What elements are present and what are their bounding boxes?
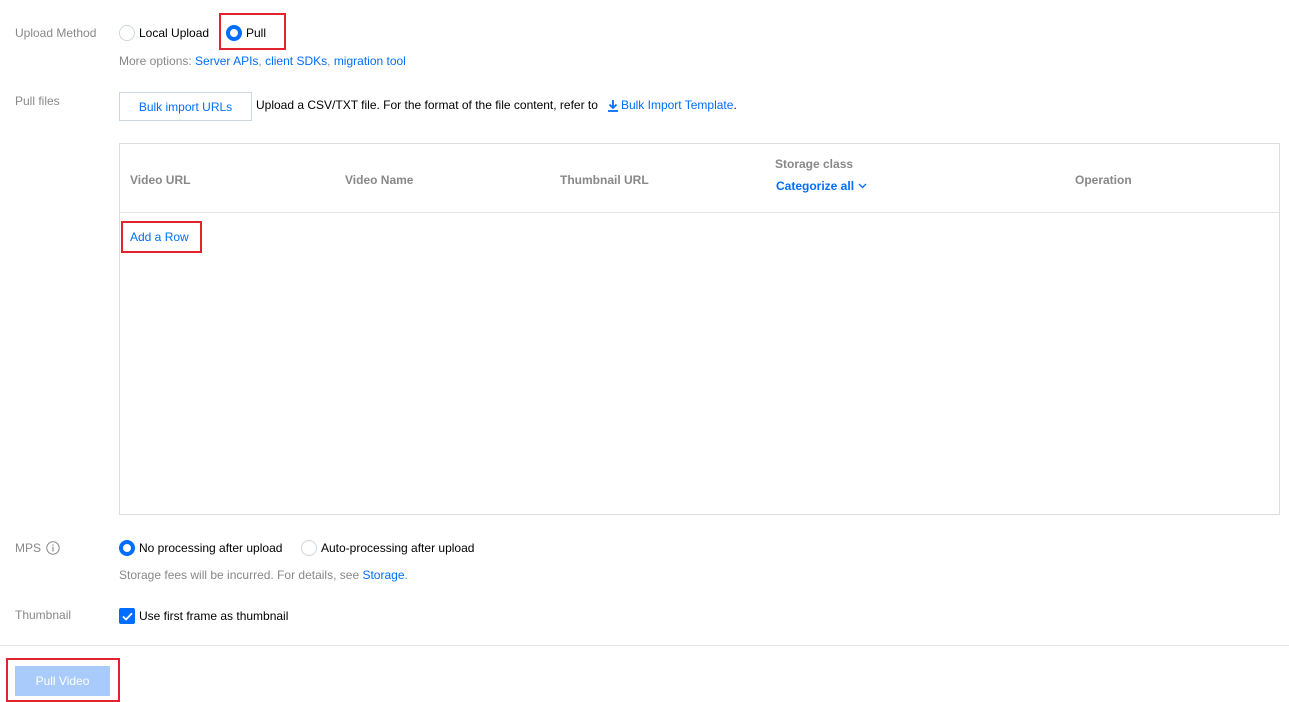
bulk-import-template-label[interactable]: Bulk Import Template [621, 98, 734, 112]
check-icon [121, 612, 133, 621]
radio-local-upload[interactable]: Local Upload [119, 25, 209, 41]
mps-label: MPS [15, 541, 42, 555]
storage-fee-suffix: . [404, 568, 408, 582]
column-video-url: Video URL [130, 173, 191, 187]
info-icon[interactable] [46, 541, 60, 555]
server-apis-link[interactable]: Server APIs [195, 54, 258, 68]
column-video-name: Video Name [345, 173, 414, 187]
radio-pull-label: Pull [246, 26, 267, 40]
radio-no-processing[interactable]: No processing after upload [119, 540, 282, 556]
radio-circle-checked[interactable] [119, 540, 135, 556]
upload-method-label: Upload Method [15, 26, 97, 40]
table-header: Video URL Video Name Thumbnail URL Stora… [120, 144, 1279, 213]
radio-auto-processing[interactable]: Auto-processing after upload [301, 540, 474, 556]
pull-files-label: Pull files [15, 94, 60, 108]
more-options-prefix: More options: [119, 54, 192, 68]
bulk-import-template-link[interactable]: Bulk Import Template [607, 98, 734, 112]
add-row-link[interactable]: Add a Row [130, 230, 189, 244]
more-options-line: More options: Server APIs, client SDKs, … [119, 54, 406, 68]
first-frame-thumbnail-label: Use first frame as thumbnail [139, 609, 289, 623]
thumbnail-label: Thumbnail [15, 608, 72, 622]
download-icon [607, 99, 618, 112]
template-suffix: . [733, 98, 737, 112]
radio-local-upload-label: Local Upload [139, 26, 210, 40]
radio-auto-processing-label: Auto-processing after upload [321, 541, 475, 555]
bulk-import-description: Upload a CSV/TXT file. For the format of… [256, 98, 737, 112]
bulk-import-urls-button[interactable]: Bulk import URLs [119, 92, 252, 121]
radio-no-processing-label: No processing after upload [139, 541, 283, 555]
migration-tool-link[interactable]: migration tool [334, 54, 406, 68]
column-thumbnail-url: Thumbnail URL [560, 173, 649, 187]
categorize-all-label[interactable]: Categorize all [776, 179, 854, 193]
first-frame-thumbnail-checkbox[interactable]: Use first frame as thumbnail [119, 608, 288, 624]
storage-class-filter[interactable]: Categorize all [776, 179, 867, 193]
footer-divider [0, 645, 1289, 646]
column-operation: Operation [1075, 173, 1132, 187]
pull-files-table: Video URL Video Name Thumbnail URL Stora… [119, 143, 1280, 515]
radio-pull[interactable]: Pull [226, 25, 266, 41]
storage-link[interactable]: Storage [362, 568, 404, 582]
chevron-down-icon [858, 183, 867, 189]
storage-fee-hint: Storage fees will be incurred. For detai… [119, 568, 408, 582]
client-sdks-link[interactable]: client SDKs [265, 54, 327, 68]
column-storage-class: Storage class [775, 157, 854, 171]
mps-label-group: MPS [15, 541, 60, 555]
radio-circle[interactable] [301, 540, 317, 556]
storage-fee-text: Storage fees will be incurred. For detai… [119, 568, 360, 582]
radio-circle-checked[interactable] [226, 25, 242, 41]
checkbox-box[interactable] [119, 608, 135, 624]
radio-circle[interactable] [119, 25, 135, 41]
pull-video-button[interactable]: Pull Video [15, 666, 110, 696]
bulk-import-description-text: Upload a CSV/TXT file. For the format of… [256, 98, 598, 112]
